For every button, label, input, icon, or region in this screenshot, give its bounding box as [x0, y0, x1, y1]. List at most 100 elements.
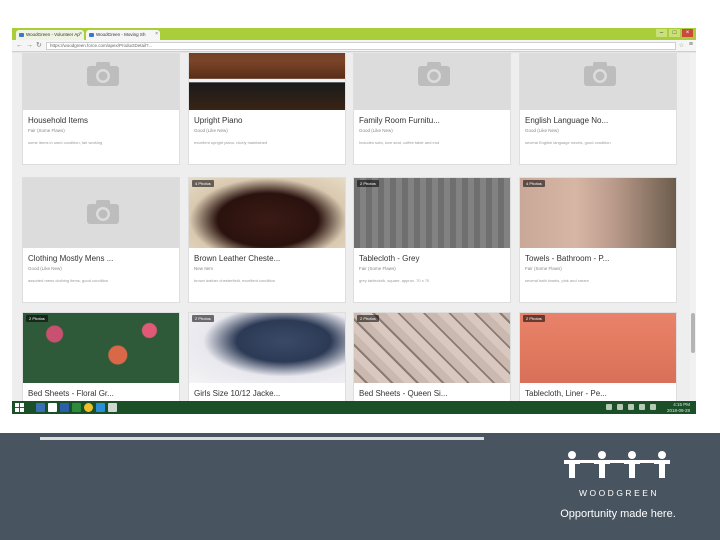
- taskbar-clock[interactable]: 4:15 PM 2018-09-28: [667, 402, 690, 413]
- listing-card[interactable]: Clothing Mostly Mens ... Good (Like New) a…: [22, 177, 180, 303]
- word-icon[interactable]: [60, 403, 69, 412]
- camera-placeholder-icon: [584, 62, 616, 86]
- scrollbar-thumb[interactable]: [691, 313, 695, 353]
- url-input[interactable]: https://woodgreen.force.com/apex/Product…: [46, 42, 676, 50]
- windows-taskbar: 4:15 PM 2018-09-28: [12, 401, 696, 414]
- excel-icon[interactable]: [72, 403, 81, 412]
- listing-title[interactable]: Towels - Bathroom - P...: [525, 254, 675, 263]
- listing-card[interactable]: Household Items Fair (Some Flaws) some ite…: [22, 53, 180, 165]
- tray-icon[interactable]: [617, 404, 623, 410]
- divider-line: [40, 437, 484, 440]
- listing-title[interactable]: Tablecloth - Grey: [359, 254, 509, 263]
- listing-title[interactable]: Clothing Mostly Mens ...: [28, 254, 178, 263]
- window-controls: – □ ×: [656, 29, 693, 37]
- tab-close-icon[interactable]: ×: [155, 31, 158, 37]
- listing-photo[interactable]: [23, 178, 179, 248]
- listing-description: brown leather chesterfield, excellent co…: [194, 278, 275, 283]
- photo-count-badge: 2 Photos: [357, 180, 379, 187]
- listing-title[interactable]: Family Room Furnitu...: [359, 116, 509, 125]
- listing-title[interactable]: English Language No...: [525, 116, 675, 125]
- maximize-button[interactable]: □: [669, 29, 680, 37]
- browser-tab-1[interactable]: WoodGreen - Volunteer Ap ×: [16, 30, 84, 40]
- listing-card[interactable]: Upright Piano Good (Like New) excellent up…: [188, 53, 346, 165]
- windows-start-icon[interactable]: [15, 403, 24, 412]
- listing-title[interactable]: Brown Leather Cheste...: [194, 254, 344, 263]
- listing-card[interactable]: 4 Photos Brown Leather Cheste... New Item b…: [188, 177, 346, 303]
- address-bar: ← → ↻ https://woodgreen.force.com/apex/P…: [12, 40, 696, 52]
- listing-photo[interactable]: 2 Photos: [354, 178, 510, 248]
- scrollbar[interactable]: [690, 53, 696, 401]
- listing-title[interactable]: Upright Piano: [194, 116, 344, 125]
- taskbar-app-icon[interactable]: [108, 403, 117, 412]
- tab-label: WoodGreen - Volunteer Ap: [26, 32, 80, 37]
- listing-title[interactable]: Bed Sheets - Floral Gr...: [28, 389, 178, 398]
- photo-count-badge: 2 Photos: [192, 315, 214, 322]
- photo-count-badge: 2 Photos: [523, 315, 545, 322]
- listing-photo[interactable]: 2 Photos: [520, 313, 676, 383]
- photo-count-badge: 4 Photos: [192, 180, 214, 187]
- camera-placeholder-icon: [87, 62, 119, 86]
- close-button[interactable]: ×: [682, 29, 693, 37]
- listing-photo[interactable]: [520, 53, 676, 110]
- menu-icon[interactable]: ≡: [689, 41, 693, 48]
- network-icon[interactable]: [650, 404, 656, 410]
- listing-description: several English language novels, good co…: [525, 140, 611, 145]
- listing-description: several bath towels, pink and cream: [525, 278, 589, 283]
- logo-wordmark: WOODGREEN: [578, 488, 660, 498]
- star-icon[interactable]: ☆: [679, 42, 684, 49]
- internet-explorer-icon[interactable]: [96, 403, 105, 412]
- tray-icon[interactable]: [606, 404, 612, 410]
- listing-grid: Household Items Fair (Some Flaws) some ite…: [12, 53, 696, 401]
- browser-tab-2[interactable]: WoodGreen - Moving Sh ×: [86, 30, 160, 40]
- favicon-icon: [19, 33, 24, 37]
- photo-count-badge: 4 Photos: [523, 180, 545, 187]
- listing-description: grey tablecloth, square, approx. 70 x 70: [359, 278, 430, 283]
- listing-card[interactable]: English Language No... Good (Like New) sev…: [519, 53, 677, 165]
- forward-arrow-icon[interactable]: →: [26, 42, 33, 50]
- listing-card[interactable]: 2 Photos Bed Sheets - Floral Gr...: [22, 312, 180, 401]
- listing-card[interactable]: 4 Photos Towels - Bathroom - P... Fair (So…: [519, 177, 677, 303]
- listing-card[interactable]: Family Room Furnitu... Good (Like New) Inc…: [353, 53, 511, 165]
- outlook-icon[interactable]: [36, 403, 45, 412]
- listing-card[interactable]: 2 Photos Bed Sheets - Queen Si...: [353, 312, 511, 401]
- listing-photo[interactable]: [189, 53, 345, 110]
- listing-title[interactable]: Household Items: [28, 116, 178, 125]
- favicon-icon: [89, 33, 94, 37]
- listing-condition: New Item: [194, 266, 214, 271]
- minimize-button[interactable]: –: [656, 29, 667, 37]
- listing-title[interactable]: Girls Size 10/12 Jacke...: [194, 389, 344, 398]
- back-arrow-icon[interactable]: ←: [16, 42, 23, 50]
- reload-icon[interactable]: ↻: [36, 42, 42, 50]
- camera-placeholder-icon: [87, 200, 119, 224]
- tray-icon[interactable]: [628, 404, 634, 410]
- listing-photo[interactable]: 2 Photos: [23, 313, 179, 383]
- listing-photo[interactable]: 4 Photos: [189, 178, 345, 248]
- volume-icon[interactable]: [639, 404, 645, 410]
- listing-description: some items in used condition, fair worki…: [28, 140, 103, 145]
- listing-card[interactable]: 2 Photos Tablecloth, Liner - Pe...: [519, 312, 677, 401]
- browser-title-bar: WoodGreen - Volunteer Ap × WoodGreen - M…: [12, 28, 696, 40]
- listing-title[interactable]: Bed Sheets - Queen Si...: [359, 389, 509, 398]
- system-tray: [606, 404, 656, 410]
- file-explorer-icon[interactable]: [48, 403, 57, 412]
- listing-description: assorted mens clothing items, good condi…: [28, 278, 109, 283]
- listing-card[interactable]: 2 Photos Tablecloth - Grey Fair (Some Flaw…: [353, 177, 511, 303]
- listing-photo[interactable]: 4 Photos: [520, 178, 676, 248]
- chrome-icon[interactable]: [84, 403, 93, 412]
- listing-condition: Fair (Some Flaws): [28, 128, 65, 133]
- listing-condition: Good (Like New): [525, 128, 559, 133]
- photo-count-badge: 2 Photos: [26, 315, 48, 322]
- listing-title[interactable]: Tablecloth, Liner - Pe...: [525, 389, 675, 398]
- photo-count-badge: 2 Photos: [357, 315, 379, 322]
- listing-photo[interactable]: 2 Photos: [189, 313, 345, 383]
- listing-description: Includes sofa, love seat, coffee table a…: [359, 140, 440, 145]
- listing-condition: Fair (Some Flaws): [359, 266, 396, 271]
- listing-photo[interactable]: [354, 53, 510, 110]
- listing-photo[interactable]: 2 Photos: [354, 313, 510, 383]
- footer-tagline: Opportunity made here.: [560, 508, 676, 520]
- tab-close-icon[interactable]: ×: [79, 31, 82, 37]
- listing-description: excellent upright piano, nicely maintain…: [194, 140, 268, 145]
- listing-card[interactable]: 2 Photos Girls Size 10/12 Jacke...: [188, 312, 346, 401]
- listing-photo[interactable]: [23, 53, 179, 110]
- camera-placeholder-icon: [418, 62, 450, 86]
